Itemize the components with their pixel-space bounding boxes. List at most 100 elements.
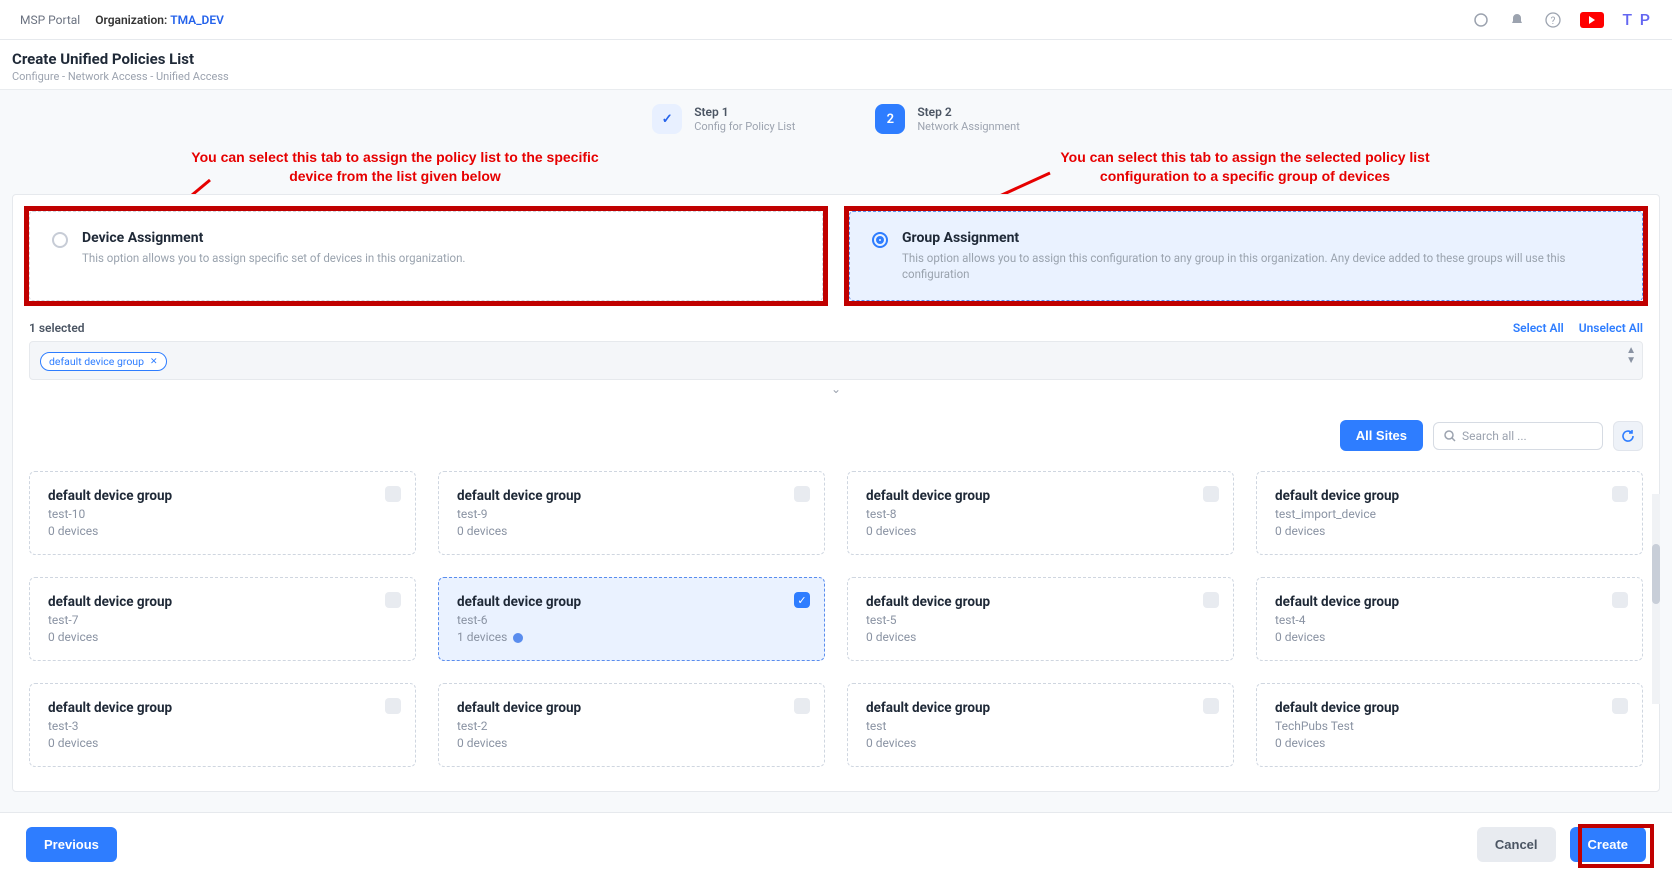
cancel-button[interactable]: Cancel xyxy=(1477,827,1556,862)
group-sub: test-2 xyxy=(457,719,806,733)
group-checkbox[interactable] xyxy=(1612,698,1628,714)
group-device-count: 0 devices xyxy=(1275,524,1624,538)
crumb-network-access[interactable]: Network Access xyxy=(68,70,148,83)
group-checkbox[interactable] xyxy=(1612,486,1628,502)
radio-icon[interactable] xyxy=(872,232,888,248)
help-icon[interactable]: ? xyxy=(1544,11,1562,29)
bell-icon[interactable] xyxy=(1508,11,1526,29)
group-card[interactable]: default device grouptest-40 devices xyxy=(1256,577,1643,661)
step2-name: Step 2 xyxy=(917,105,1019,119)
group-card[interactable]: default device grouptest_import_device0 … xyxy=(1256,471,1643,555)
selected-chip[interactable]: default device group ✕ xyxy=(40,352,167,371)
group-checkbox[interactable] xyxy=(1203,698,1219,714)
info-dot-icon xyxy=(513,633,523,643)
vertical-scrollbar[interactable] xyxy=(1652,494,1660,704)
group-sub: test-9 xyxy=(457,507,806,521)
msp-portal: MSP Portal xyxy=(20,13,80,27)
search-input[interactable]: Search all ... xyxy=(1433,422,1603,450)
device-assignment-card[interactable]: Device Assignment This option allows you… xyxy=(29,211,823,301)
group-checkbox[interactable] xyxy=(1203,592,1219,608)
radio-icon[interactable] xyxy=(52,232,68,248)
create-button[interactable]: Create xyxy=(1570,827,1646,862)
group-sub: test xyxy=(866,719,1215,733)
group-device-count: 0 devices xyxy=(48,630,397,644)
group-device-count: 0 devices xyxy=(866,524,1215,538)
group-sub: test-4 xyxy=(1275,613,1624,627)
group-device-count: 0 devices xyxy=(48,736,397,750)
group-sub: test-6 xyxy=(457,613,806,627)
group-card[interactable]: default device grouptest0 devices xyxy=(847,683,1234,767)
page-header: Create Unified Policies List Configure -… xyxy=(0,40,1672,90)
group-name: default device group xyxy=(1275,488,1624,504)
group-name: default device group xyxy=(866,594,1215,610)
group-device-count: 0 devices xyxy=(866,630,1215,644)
youtube-icon[interactable] xyxy=(1580,12,1604,28)
group-card[interactable]: default device groupTechPubs Test0 devic… xyxy=(1256,683,1643,767)
group-device-count: 0 devices xyxy=(457,524,806,538)
group-checkbox[interactable] xyxy=(794,486,810,502)
group-assignment-card[interactable]: Group Assignment This option allows you … xyxy=(849,211,1643,301)
spinner-down-icon[interactable]: ▼ xyxy=(1626,356,1636,366)
group-checkbox[interactable] xyxy=(1612,592,1628,608)
group-sub: test-7 xyxy=(48,613,397,627)
group-sub: test-8 xyxy=(866,507,1215,521)
all-sites-button[interactable]: All Sites xyxy=(1340,420,1423,451)
annotation-right: You can select this tab to assign the se… xyxy=(1040,148,1450,186)
group-grid: default device grouptest-100 devicesdefa… xyxy=(29,471,1643,767)
group-name: default device group xyxy=(457,488,806,504)
circle-icon[interactable] xyxy=(1472,11,1490,29)
group-checkbox[interactable] xyxy=(1203,486,1219,502)
group-device-count: 0 devices xyxy=(48,524,397,538)
step2-desc: Network Assignment xyxy=(917,120,1019,133)
group-name: default device group xyxy=(866,488,1215,504)
group-device-count: 0 devices xyxy=(1275,736,1624,750)
refresh-button[interactable] xyxy=(1613,421,1643,451)
stepper: ✓ Step 1 Config for Policy List 2 Step 2… xyxy=(12,90,1660,142)
content: You can select this tab to assign the po… xyxy=(0,90,1672,812)
group-card[interactable]: default device group test-9 0 devices xyxy=(438,471,825,555)
org-value[interactable]: TMA_DEV xyxy=(170,13,224,27)
search-icon xyxy=(1444,430,1456,442)
group-card[interactable]: default device grouptest-61 devices✓ xyxy=(438,577,825,661)
breadcrumb: Configure - Network Access - Unified Acc… xyxy=(12,70,1660,83)
group-checkbox[interactable] xyxy=(385,486,401,502)
group-name: default device group xyxy=(457,594,806,610)
chip-close-icon[interactable]: ✕ xyxy=(150,357,158,367)
group-checkbox[interactable] xyxy=(385,592,401,608)
group-card[interactable]: default device grouptest-20 devices xyxy=(438,683,825,767)
step-2[interactable]: 2 Step 2 Network Assignment xyxy=(875,104,1019,134)
group-device-count: 0 devices xyxy=(457,736,806,750)
group-card[interactable]: default device grouptest-70 devices xyxy=(29,577,416,661)
check-icon: ✓ xyxy=(652,104,682,134)
group-sub: test-3 xyxy=(48,719,397,733)
unselect-all-link[interactable]: Unselect All xyxy=(1579,321,1643,335)
chevron-down-icon[interactable]: ⌄ xyxy=(29,382,1643,396)
user-initials[interactable]: T P xyxy=(1622,10,1652,29)
selected-chip-bar[interactable]: default device group ✕ ▲ ▼ xyxy=(29,341,1643,380)
crumb-configure[interactable]: Configure xyxy=(12,70,59,83)
annotation-left: You can select this tab to assign the po… xyxy=(185,148,605,186)
group-card[interactable]: default device group test-5 0 devices xyxy=(847,577,1234,661)
refresh-icon xyxy=(1621,429,1635,443)
search-placeholder: Search all ... xyxy=(1462,429,1527,443)
group-card[interactable]: default device grouptest-100 devices xyxy=(29,471,416,555)
group-checkbox[interactable]: ✓ xyxy=(794,592,810,608)
group-checkbox[interactable] xyxy=(794,698,810,714)
org-label: Organization: xyxy=(95,13,167,27)
topbar: MSP Portal Organization: TMA_DEV ? T P xyxy=(0,0,1672,40)
previous-button[interactable]: Previous xyxy=(26,827,117,862)
group-assignment-desc: This option allows you to assign this co… xyxy=(902,250,1620,282)
group-card[interactable]: default device grouptest-30 devices xyxy=(29,683,416,767)
scroll-thumb[interactable] xyxy=(1652,544,1660,604)
group-sub: test-5 xyxy=(866,613,1215,627)
select-all-link[interactable]: Select All xyxy=(1513,321,1564,335)
group-name: default device group xyxy=(1275,700,1624,716)
step2-number: 2 xyxy=(875,104,905,134)
group-card[interactable]: default device group test-8 0 devices xyxy=(847,471,1234,555)
group-name: default device group xyxy=(48,488,397,504)
chip-label: default device group xyxy=(49,355,144,368)
step-1[interactable]: ✓ Step 1 Config for Policy List xyxy=(652,104,795,134)
group-device-count: 0 devices xyxy=(866,736,1215,750)
crumb-unified-access[interactable]: Unified Access xyxy=(156,70,229,83)
group-checkbox[interactable] xyxy=(385,698,401,714)
